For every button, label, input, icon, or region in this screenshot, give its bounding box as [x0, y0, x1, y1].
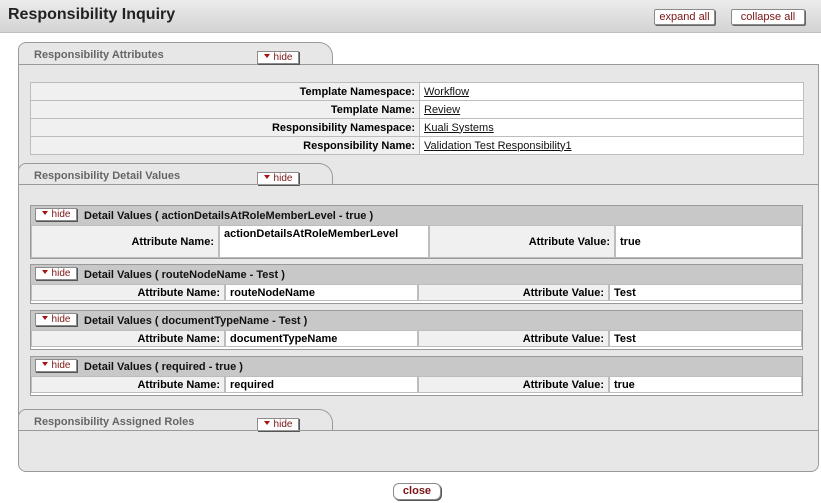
- detail-group-hide-button[interactable]: hide: [35, 208, 77, 221]
- page-title: Responsibility Inquiry: [8, 6, 176, 23]
- attribute-name-label: Attribute Name:: [31, 330, 225, 347]
- attribute-value-value: Test: [609, 330, 802, 347]
- triangle-down-icon: [41, 316, 48, 321]
- section-divider: [18, 184, 819, 185]
- detail-group: hide Detail Values ( routeNodeName - Tes…: [30, 264, 803, 304]
- triangle-down-icon: [41, 270, 48, 275]
- attribute-value-label: Attribute Value:: [429, 225, 615, 258]
- template-name-label: Template Name:: [30, 100, 420, 119]
- detail-group-header: hide Detail Values ( actionDetailsAtRole…: [31, 206, 802, 225]
- responsibility-attributes-title: Responsibility Attributes: [34, 49, 164, 61]
- section-divider: [18, 430, 819, 431]
- close-button[interactable]: close: [393, 483, 441, 500]
- detail-group-header: hide Detail Values ( documentTypeName - …: [31, 311, 802, 330]
- responsibility-name-link[interactable]: Validation Test Responsibility1: [424, 140, 572, 152]
- tab-responsibility-assigned-roles: Responsibility Assigned Roles hide: [18, 409, 333, 431]
- detail-group-header: hide Detail Values ( required - true ): [31, 357, 802, 376]
- detail-group-title: Detail Values ( routeNodeName - Test ): [84, 269, 285, 281]
- attribute-name-label: Attribute Name:: [31, 225, 219, 258]
- detail-group: hide Detail Values ( actionDetailsAtRole…: [30, 205, 803, 259]
- detail-row: Attribute Name: actionDetailsAtRoleMembe…: [31, 225, 802, 258]
- detail-group-hide-button[interactable]: hide: [35, 359, 77, 372]
- responsibility-assigned-roles-title: Responsibility Assigned Roles: [34, 416, 195, 428]
- responsibility-namespace-link[interactable]: Kuali Systems: [424, 122, 494, 134]
- expand-all-button[interactable]: expand all: [654, 9, 715, 25]
- tab-responsibility-detail-values: Responsibility Detail Values hide: [18, 163, 333, 185]
- attribute-name-value: actionDetailsAtRoleMemberLevel: [219, 225, 429, 258]
- attribute-name-value: required: [225, 376, 418, 393]
- detail-group: hide Detail Values ( required - true ) A…: [30, 356, 803, 396]
- attribute-value-value: true: [609, 376, 802, 393]
- attribute-value-value: Test: [609, 284, 802, 301]
- attribute-value-label: Attribute Value:: [418, 330, 609, 347]
- page-header: Responsibility Inquiry expand all collap…: [0, 0, 821, 33]
- responsibility-detail-values-title: Responsibility Detail Values: [34, 170, 181, 182]
- table-row: Template Name: Review: [30, 100, 804, 119]
- detail-group-hide-button[interactable]: hide: [35, 313, 77, 326]
- table-row: Responsibility Name: Validation Test Res…: [30, 136, 804, 155]
- attribute-value-label: Attribute Value:: [418, 284, 609, 301]
- attribute-name-value: routeNodeName: [225, 284, 418, 301]
- attributes-hide-button[interactable]: hide: [257, 51, 299, 64]
- responsibility-name-label: Responsibility Name:: [30, 136, 420, 155]
- detail-group-title: Detail Values ( actionDetailsAtRoleMembe…: [84, 210, 374, 222]
- detail-group-header: hide Detail Values ( routeNodeName - Tes…: [31, 265, 802, 284]
- triangle-down-icon: [263, 54, 270, 59]
- detail-group-title: Detail Values ( required - true ): [84, 361, 243, 373]
- template-namespace-label: Template Namespace:: [30, 82, 420, 101]
- table-row: Responsibility Namespace: Kuali Systems: [30, 118, 804, 137]
- attribute-name-value: documentTypeName: [225, 330, 418, 347]
- triangle-down-icon: [263, 175, 270, 180]
- tab-responsibility-attributes: Responsibility Attributes hide: [18, 42, 333, 64]
- detail-group: hide Detail Values ( documentTypeName - …: [30, 310, 803, 350]
- detail-group-title: Detail Values ( documentTypeName - Test …: [84, 315, 308, 327]
- template-namespace-link[interactable]: Workflow: [424, 86, 469, 98]
- attribute-value-value: true: [615, 225, 802, 258]
- responsibility-attributes-table: Template Namespace: Workflow Template Na…: [30, 82, 804, 155]
- detail-group-hide-button[interactable]: hide: [35, 267, 77, 280]
- attribute-value-label: Attribute Value:: [418, 376, 609, 393]
- collapse-all-button[interactable]: collapse all: [731, 9, 805, 25]
- attribute-name-label: Attribute Name:: [31, 284, 225, 301]
- triangle-down-icon: [41, 362, 48, 367]
- detail-row: Attribute Name: routeNodeName Attribute …: [31, 284, 802, 301]
- detail-row: Attribute Name: required Attribute Value…: [31, 376, 802, 393]
- detail-row: Attribute Name: documentTypeName Attribu…: [31, 330, 802, 347]
- table-row: Template Namespace: Workflow: [30, 82, 804, 101]
- attribute-name-label: Attribute Name:: [31, 376, 225, 393]
- template-name-link[interactable]: Review: [424, 104, 460, 116]
- triangle-down-icon: [263, 421, 270, 426]
- responsibility-namespace-label: Responsibility Namespace:: [30, 118, 420, 137]
- triangle-down-icon: [41, 211, 48, 216]
